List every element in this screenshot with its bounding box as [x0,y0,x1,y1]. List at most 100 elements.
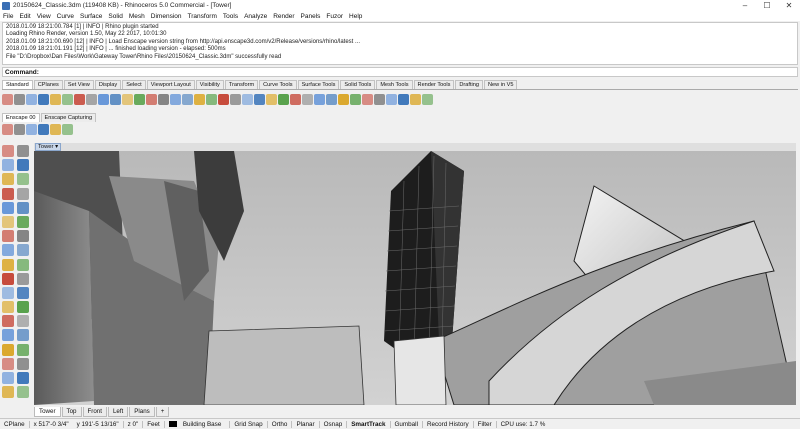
menu-view[interactable]: View [37,13,51,20]
command-input[interactable] [38,68,797,76]
tab-cplanes[interactable]: CPlanes [33,80,63,89]
standard-tool-icon[interactable] [314,93,325,105]
left-toolbar-tool-icon[interactable] [2,386,14,399]
tab-set-view[interactable]: Set View [63,80,94,89]
tab-select[interactable]: Select [122,80,146,89]
tab-visibility[interactable]: Visibility [195,80,224,89]
standard-tool-icon[interactable] [218,93,229,105]
standard-tool-icon[interactable] [50,93,61,105]
left-toolbar-tool-icon[interactable] [2,159,14,172]
standard-tool-icon[interactable] [98,93,109,105]
enscape-tool-icon[interactable] [62,123,73,135]
standard-tool-icon[interactable] [254,93,265,105]
left-toolbar-tool-icon[interactable] [17,286,29,299]
standard-tool-icon[interactable] [326,93,337,105]
menu-transform[interactable]: Transform [188,13,217,20]
toggle-smarttrack[interactable]: SmartTrack [346,420,389,428]
enscape-tool-icon[interactable] [50,123,61,135]
cplane-label[interactable]: CPlane [0,421,29,428]
left-toolbar-tool-icon[interactable] [17,258,29,271]
standard-tool-icon[interactable] [290,93,301,105]
tab-solid-tools[interactable]: Solid Tools [340,80,376,89]
standard-tool-icon[interactable] [386,93,397,105]
enscape-tool-icon[interactable] [2,123,13,135]
left-toolbar-tool-icon[interactable] [2,329,14,342]
tab-display[interactable]: Display [94,80,122,89]
tab-render-tools[interactable]: Render Tools [413,80,455,89]
menu-render[interactable]: Render [273,13,294,20]
menu-mesh[interactable]: Mesh [129,13,145,20]
tab-mesh-tools[interactable]: Mesh Tools [376,80,413,89]
menu-panels[interactable]: Panels [301,13,321,20]
standard-tool-icon[interactable] [134,93,145,105]
menu-curve[interactable]: Curve [57,13,74,20]
standard-tool-icon[interactable] [2,93,13,105]
enscape-tool-icon[interactable] [38,123,49,135]
toggle-grid-snap[interactable]: Grid Snap [229,420,266,428]
menu-tools[interactable]: Tools [223,13,238,20]
standard-tool-icon[interactable] [278,93,289,105]
standard-tool-icon[interactable] [86,93,97,105]
tab-enscape-capturing[interactable]: Enscape Capturing [40,113,97,122]
standard-tool-icon[interactable] [398,93,409,105]
left-toolbar-tool-icon[interactable] [17,145,29,157]
toggle-record-history[interactable]: Record History [421,420,473,428]
menu-edit[interactable]: Edit [19,13,30,20]
menu-file[interactable]: File [3,13,13,20]
left-toolbar-tool-icon[interactable] [2,187,14,200]
enscape-tool-icon[interactable] [26,123,37,135]
toggle-osnap[interactable]: Osnap [318,420,347,428]
viewport-tab-front[interactable]: Front [82,407,107,417]
left-toolbar-tool-icon[interactable] [2,315,14,328]
left-toolbar-tool-icon[interactable] [2,301,14,314]
layer-pane[interactable]: Building Base [163,420,230,428]
left-toolbar-tool-icon[interactable] [17,173,29,186]
standard-tool-icon[interactable] [266,93,277,105]
left-toolbar-tool-icon[interactable] [17,244,29,257]
left-toolbar-tool-icon[interactable] [17,187,29,200]
menu-fuzor[interactable]: Fuzor [326,13,343,20]
left-toolbar-tool-icon[interactable] [17,329,29,342]
left-toolbar-tool-icon[interactable] [17,272,29,285]
left-toolbar-tool-icon[interactable] [2,173,14,186]
menu-analyze[interactable]: Analyze [244,13,267,20]
left-toolbar-tool-icon[interactable] [2,286,14,299]
tab-drafting[interactable]: Drafting [455,80,483,89]
tab-enscape[interactable]: Enscape 00 [2,113,40,122]
left-toolbar-tool-icon[interactable] [17,201,29,214]
tab-standard[interactable]: Standard [2,80,33,89]
standard-tool-icon[interactable] [338,93,349,105]
left-toolbar-tool-icon[interactable] [2,372,14,384]
standard-tool-icon[interactable] [242,93,253,105]
standard-tool-icon[interactable] [194,93,205,105]
left-toolbar-tool-icon[interactable] [17,343,29,356]
standard-tool-icon[interactable] [14,93,25,105]
standard-tool-icon[interactable] [374,93,385,105]
left-toolbar-tool-icon[interactable] [2,201,14,214]
left-toolbar-tool-icon[interactable] [17,230,29,243]
add-viewport-tab-button[interactable]: + [155,407,170,417]
standard-tool-icon[interactable] [62,93,73,105]
standard-tool-icon[interactable] [350,93,361,105]
menu-solid[interactable]: Solid [108,13,122,20]
toggle-ortho[interactable]: Ortho [266,420,292,428]
viewport-tab-top[interactable]: Top [61,407,82,417]
standard-tool-icon[interactable] [422,93,433,105]
left-toolbar-tool-icon[interactable] [2,258,14,271]
standard-tool-icon[interactable] [410,93,421,105]
standard-tool-icon[interactable] [122,93,133,105]
left-toolbar-tool-icon[interactable] [17,301,29,314]
standard-tool-icon[interactable] [74,93,85,105]
standard-tool-icon[interactable] [182,93,193,105]
command-history[interactable]: 2018.01.09 18:21:00.784 [1] | INFO | Rhi… [2,22,798,65]
viewport-3d[interactable] [34,151,796,405]
left-toolbar-tool-icon[interactable] [17,215,29,228]
enscape-tool-icon[interactable] [14,123,25,135]
maximize-button[interactable]: ☐ [756,0,778,11]
menu-help[interactable]: Help [349,13,362,20]
standard-tool-icon[interactable] [170,93,181,105]
left-toolbar-tool-icon[interactable] [2,244,14,257]
standard-tool-icon[interactable] [146,93,157,105]
tab-transform[interactable]: Transform [224,80,259,89]
tab-new-in-v5[interactable]: New in V5 [483,80,518,89]
